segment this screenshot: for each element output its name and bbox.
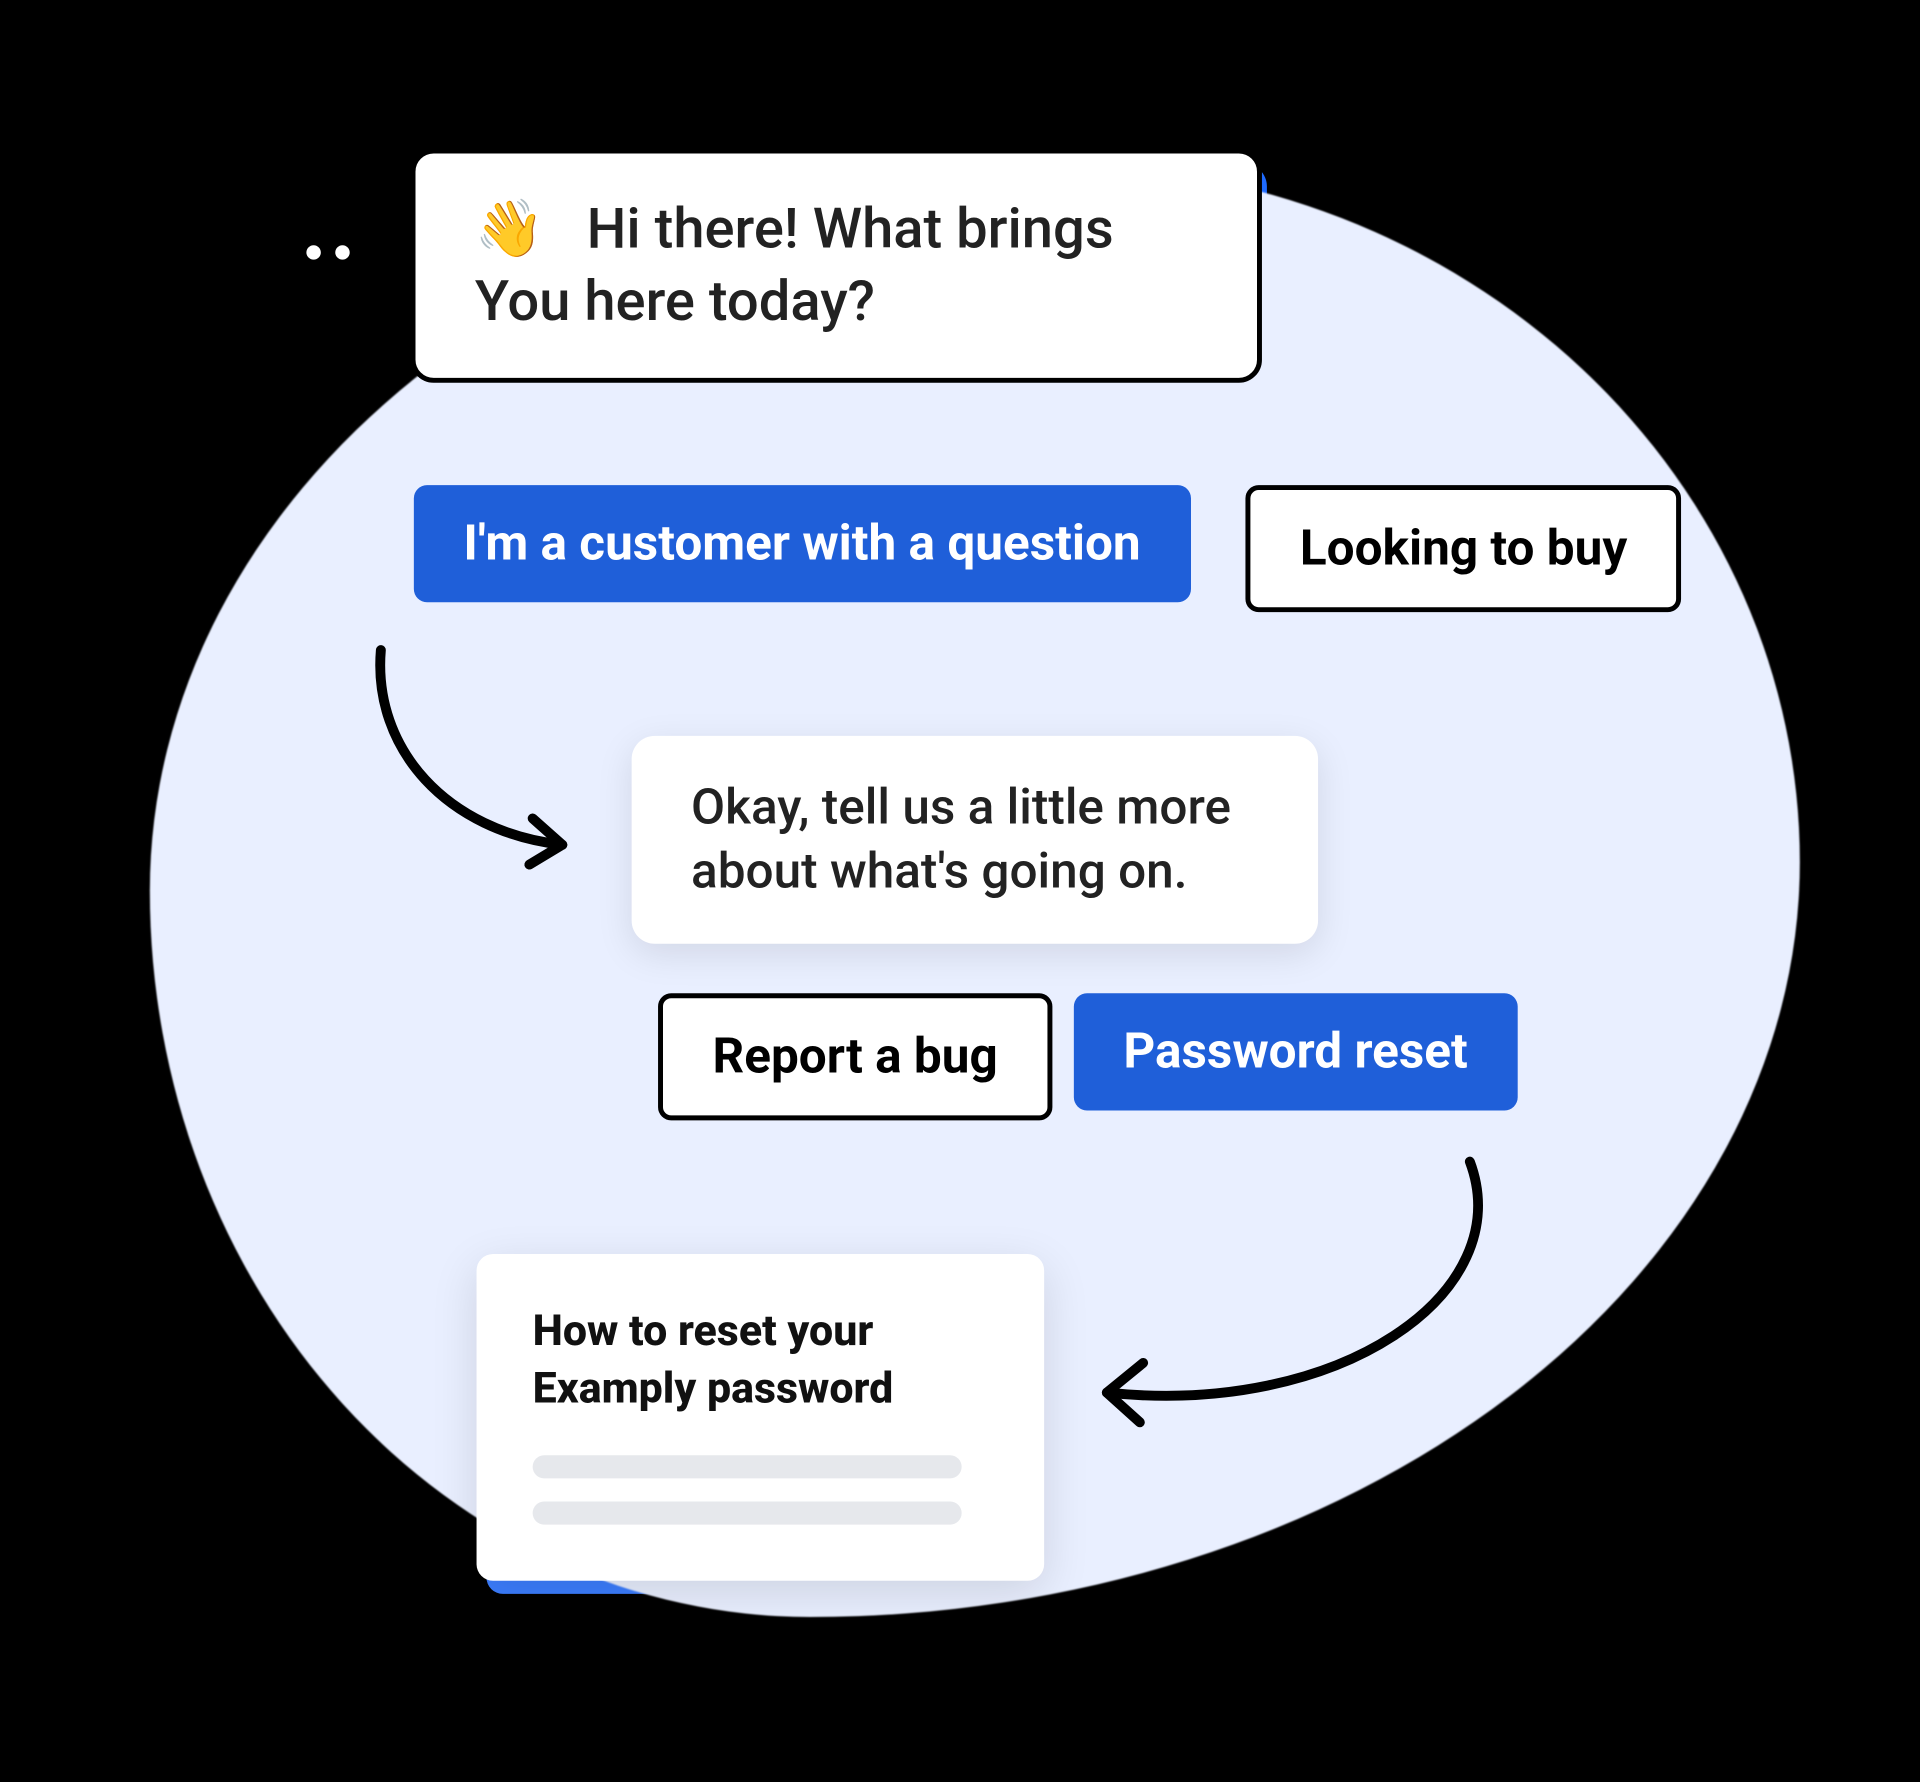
option-label: I'm a customer with a question [463,515,1140,573]
option-password-reset-button[interactable]: Password reset [1074,993,1517,1110]
option-looking-to-buy-button[interactable]: Looking to buy [1245,485,1681,612]
article-skeleton-line [533,1502,962,1525]
wave-emoji: 👋 [475,196,545,262]
followup-text: Okay, tell us a little more about what's… [691,779,1231,901]
option-report-bug-button[interactable]: Report a bug [658,993,1052,1120]
greeting-text: Hi there! What brings You here today? [475,196,1114,335]
article-skeleton-line [533,1456,962,1479]
option-label: Password reset [1123,1023,1467,1081]
option-label: Looking to buy [1300,520,1627,578]
bot-followup-bubble: Okay, tell us a little more about what's… [632,736,1318,944]
option-label: Report a bug [713,1028,998,1086]
bot-avatar-icon [282,195,374,287]
bot-greeting-bubble: 👋 Hi there! What brings You here today? [411,149,1262,384]
article-title: How to reset your Examply password [533,1304,988,1420]
help-article-card[interactable]: How to reset your Examply password [477,1254,1045,1581]
option-customer-question-button[interactable]: I'm a customer with a question [414,485,1190,602]
